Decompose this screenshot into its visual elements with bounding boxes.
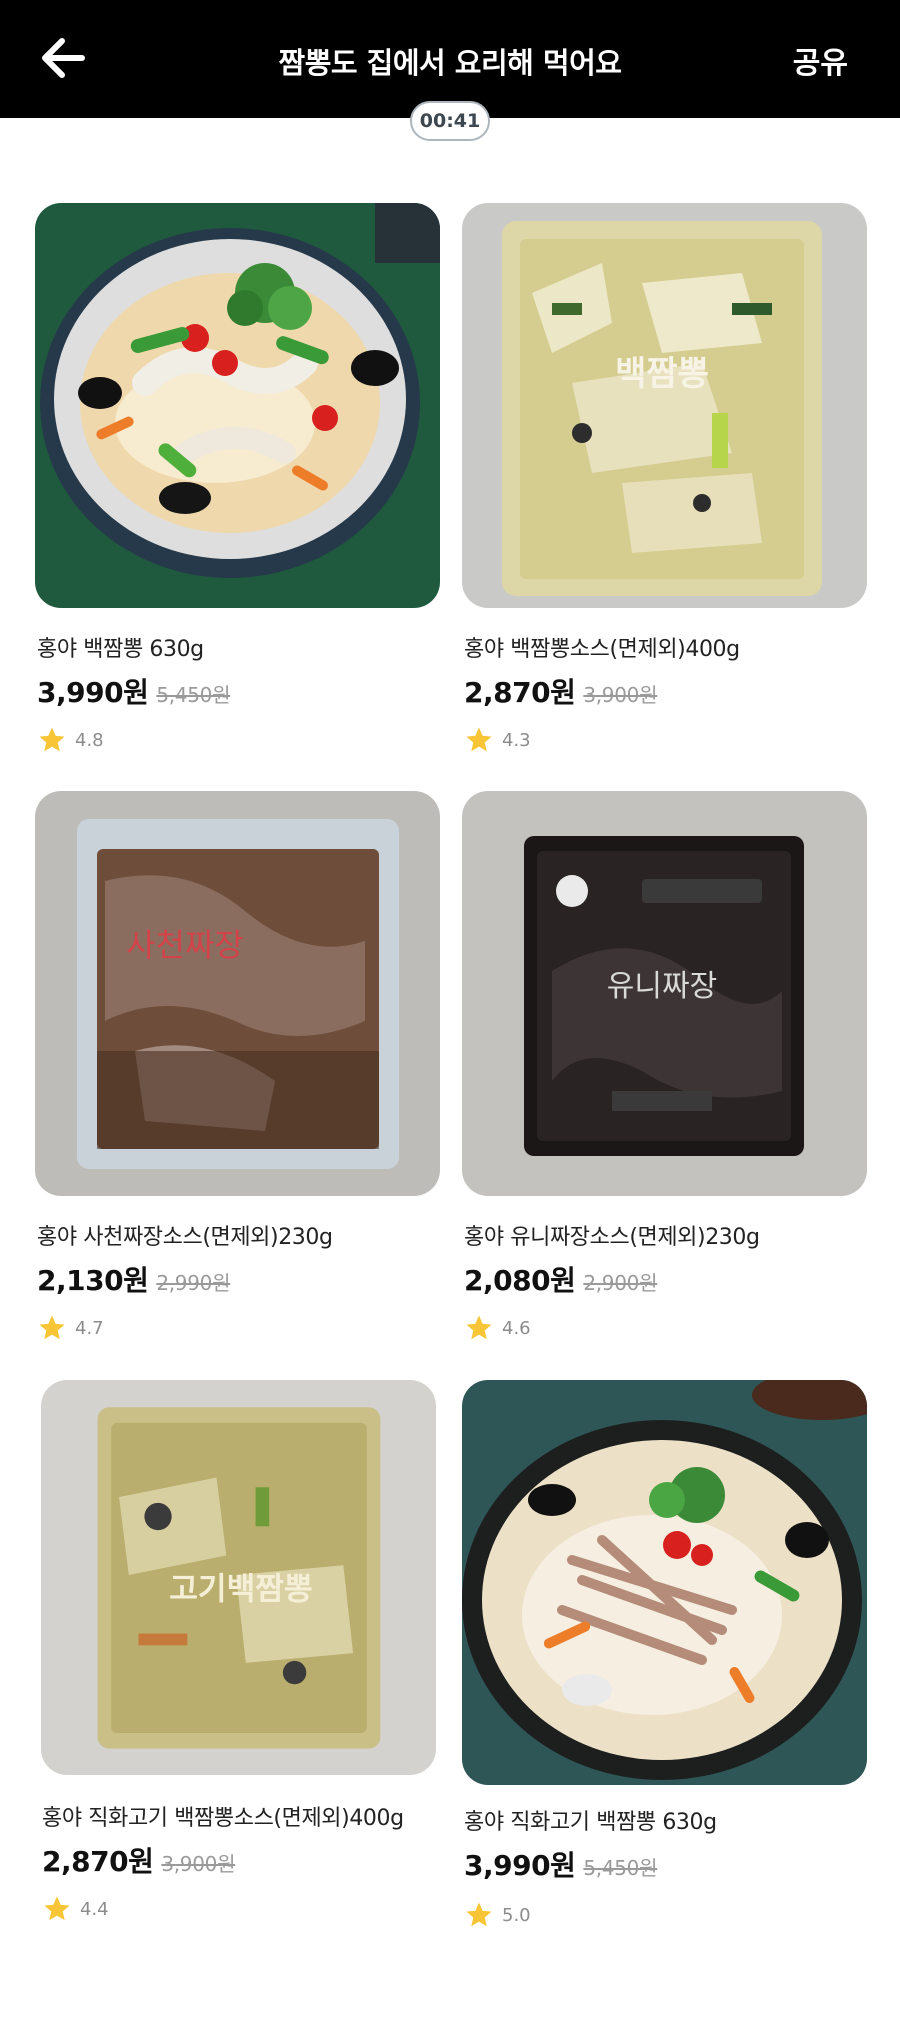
product-price: 3,990원 5,450원 — [464, 1844, 657, 1884]
product-price: 3,990원 5,450원 — [37, 671, 230, 711]
sale-price: 2,080원 — [464, 1264, 576, 1297]
star-icon — [44, 1896, 70, 1921]
package-label: 유니짜장 — [607, 969, 717, 1004]
original-price: 3,900원 — [161, 1852, 236, 1876]
sale-price: 2,870원 — [464, 676, 576, 709]
svg-text:백짬뽕: 백짬뽕 — [615, 354, 709, 394]
package-label: 사천짜장 — [126, 926, 244, 964]
product-rating: 5.0 — [464, 1900, 531, 1930]
sale-price: 2,130원 — [37, 1264, 149, 1297]
share-button[interactable]: 공유 — [793, 38, 848, 82]
product-name: 홍야 사천짜장소스(면제외)230g — [37, 1225, 333, 1250]
product-image — [35, 203, 440, 608]
product-image: 고기백짬뽕 — [41, 1380, 436, 1775]
rating-score: 4.6 — [502, 1317, 531, 1339]
product-image: 유니짜장 — [462, 791, 867, 1196]
star-icon — [39, 1315, 65, 1340]
product-image: 백짬뽕 — [462, 203, 867, 608]
product-rating: 4.6 — [464, 1313, 531, 1343]
package-label: 고기백짬뽕 — [169, 1571, 312, 1607]
original-price: 2,990원 — [156, 1271, 231, 1295]
star-icon — [466, 1902, 492, 1927]
product-rating: 4.4 — [42, 1894, 109, 1924]
rating-score: 4.3 — [502, 729, 531, 751]
product-rating: 4.7 — [37, 1313, 104, 1343]
original-price: 2,900원 — [583, 1271, 658, 1295]
sale-price: 3,990원 — [37, 676, 149, 709]
original-price: 5,450원 — [156, 683, 231, 707]
product-image — [462, 1380, 867, 1785]
star-icon — [39, 727, 65, 752]
rating-score: 4.7 — [75, 1317, 104, 1339]
product-rating: 4.8 — [37, 725, 104, 755]
product-name: 홍야 유니짜장소스(면제외)230g — [464, 1225, 760, 1250]
rating-score: 4.8 — [75, 729, 104, 751]
sale-price: 2,870원 — [42, 1845, 154, 1878]
product-name: 홍야 직화고기 백짬뽕 630g — [464, 1810, 717, 1835]
star-icon — [466, 727, 492, 752]
product-rating: 4.3 — [464, 725, 531, 755]
product-price: 2,870원 3,900원 — [464, 671, 657, 711]
rating-score: 5.0 — [502, 1904, 531, 1926]
product-name: 홍야 백짬뽕 630g — [37, 637, 204, 662]
timer-badge: 00:41 — [410, 101, 490, 141]
original-price: 5,450원 — [583, 1856, 658, 1880]
page-title: 짬뽕도 집에서 요리해 먹어요 — [278, 46, 622, 80]
star-icon — [466, 1315, 492, 1340]
product-image: 사천짜장 — [35, 791, 440, 1196]
product-name: 홍야 백짬뽕소스(면제외)400g — [464, 637, 740, 662]
product-name: 홍야 직화고기 백짬뽕소스(면제외)400g — [42, 1806, 404, 1831]
rating-score: 4.4 — [80, 1898, 109, 1920]
product-price: 2,870원 3,900원 — [42, 1840, 235, 1880]
product-price: 2,080원 2,900원 — [464, 1259, 657, 1299]
product-price: 2,130원 2,990원 — [37, 1259, 230, 1299]
original-price: 3,900원 — [583, 683, 658, 707]
sale-price: 3,990원 — [464, 1849, 576, 1882]
